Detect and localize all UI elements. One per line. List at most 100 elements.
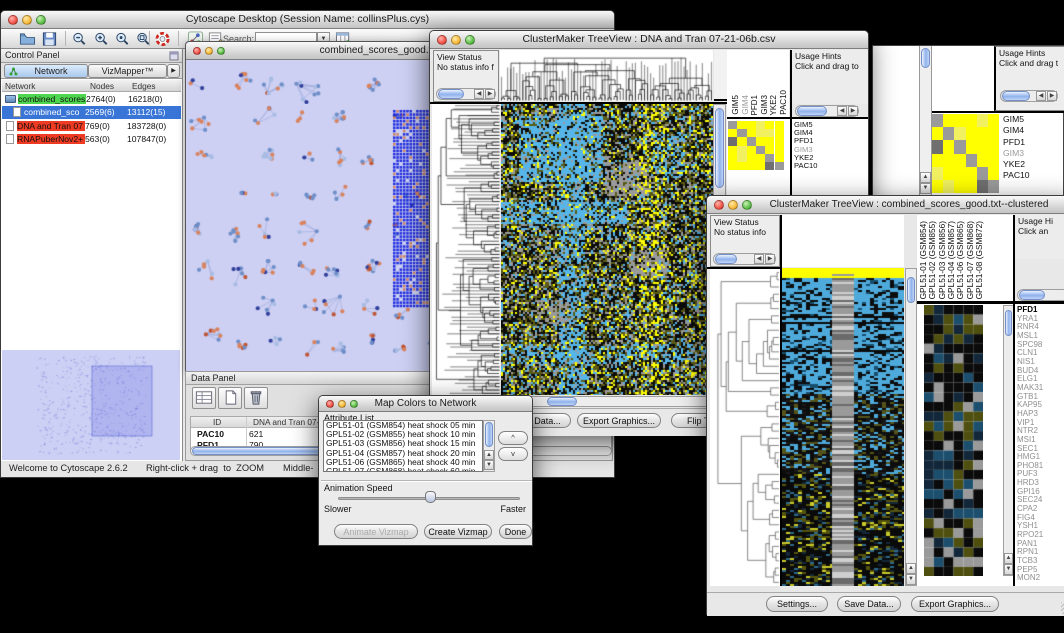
zoom-window-icon[interactable] [742,200,752,210]
hints-scrollbar[interactable]: ◀ ▶ [795,105,859,117]
slider-thumb[interactable] [425,491,436,503]
matrix-cell[interactable] [943,154,954,167]
column-label[interactable]: GIM5 [731,95,741,115]
matrix-cell[interactable] [943,127,954,140]
gene-label[interactable]: GIM4 [1003,125,1030,136]
network-row[interactable]: RNAPuberNov2+563(0)107847(0) [2,133,181,147]
settings-button[interactable]: Settings... [766,596,828,612]
network-overview-panel[interactable] [2,350,180,460]
scroll-up-icon[interactable]: ▲ [920,172,931,183]
matrix-cell[interactable] [737,154,746,162]
matrix-cell[interactable] [954,114,965,127]
matrix-cell[interactable] [775,162,784,170]
matrix-cell[interactable] [932,167,943,180]
matrix-cell[interactable] [966,140,977,153]
matrix-cell[interactable] [954,127,965,140]
hints-scrollbar[interactable] [1017,289,1064,301]
matrix-cell[interactable] [775,154,784,162]
delete-attribute-icon[interactable] [244,387,268,409]
matrix-cell[interactable] [737,162,746,170]
matrix-cell[interactable] [977,114,988,127]
attribute-select-icon[interactable] [192,387,216,409]
scroll-right-icon[interactable]: ▶ [848,106,858,116]
zoom-window-icon[interactable] [465,35,475,45]
list-scrollbar[interactable]: ▲ ▼ [483,420,495,472]
scroll-right-icon[interactable]: ▶ [485,89,495,99]
scroll-left-icon[interactable]: ◀ [754,254,764,264]
column-nodes[interactable]: Nodes [90,81,114,91]
scroll-down-icon[interactable]: ▼ [920,183,931,194]
matrix-cell[interactable] [954,140,965,153]
scroll-left-icon[interactable]: ◀ [474,89,484,99]
minimize-icon[interactable] [728,200,738,210]
attribute-item[interactable]: GPL51-07 (GSM868) heat shock 60 min [324,467,482,472]
zoom-window-icon[interactable] [36,15,46,25]
matrix-cell[interactable] [966,180,977,193]
network-row[interactable]: combined_scores2764(0)16218(0) [2,92,181,106]
matrix-cell[interactable] [775,121,784,129]
scrollbar-thumb[interactable] [438,89,464,99]
new-attribute-icon[interactable] [218,387,242,409]
minimize-icon[interactable] [338,400,346,408]
matrix-cell[interactable] [966,127,977,140]
column-label[interactable]: GIM3 [760,95,770,115]
column-network[interactable]: Network [5,81,35,91]
hints-scrollbar[interactable]: ◀ ▶ [1000,90,1058,102]
scroll-left-icon[interactable]: ◀ [837,106,847,116]
fragment-scrollbar[interactable]: ▲ ▼ [919,46,932,196]
matrix-cell[interactable] [756,162,765,170]
gene-label[interactable]: MON2 [1017,574,1043,583]
matrix-cell[interactable] [932,127,943,140]
scroll-up-icon[interactable]: ▲ [906,563,916,574]
matrix-cell[interactable] [765,137,774,145]
matrix-cell[interactable] [932,154,943,167]
column-label[interactable]: PAC10 [779,90,789,115]
close-icon[interactable] [8,15,18,25]
close-icon[interactable] [326,400,334,408]
column-label[interactable]: GIM4 [741,95,751,115]
matrix-cell[interactable] [728,154,737,162]
matrix-cell[interactable] [943,114,954,127]
minimize-icon[interactable] [205,47,213,55]
matrix-cell[interactable] [932,114,943,127]
matrix-cell[interactable] [943,167,954,180]
matrix-cell[interactable] [988,167,999,180]
matrix-cell[interactable] [747,162,756,170]
matrix-cell[interactable] [756,129,765,137]
zoom-selected-icon[interactable] [114,31,131,47]
zoom-heatmap[interactable] [932,114,1000,194]
scrollbar-thumb[interactable] [797,106,827,116]
matrix-cell[interactable] [747,154,756,162]
matrix-cell[interactable] [954,167,965,180]
scrollbar-thumb[interactable] [715,254,737,264]
zoom-window-icon[interactable] [217,47,225,55]
scroll-down-icon[interactable]: ▼ [906,574,916,585]
matrix-cell[interactable] [765,154,774,162]
matrix-cell[interactable] [737,129,746,137]
gene-label[interactable]: PFD1 [1003,137,1030,148]
export-graphics-button[interactable]: Export Graphics... [911,596,999,612]
close-icon[interactable] [437,35,447,45]
column-label[interactable]: PFD1 [750,95,760,115]
matrix-cell[interactable] [932,140,943,153]
zoom-in-icon[interactable] [93,31,110,47]
save-data-button[interactable]: Save Data... [837,596,901,612]
gene-label[interactable]: GIM3 [1003,148,1030,159]
column-label[interactable]: YKE2 [769,95,779,115]
dialog-title-bar[interactable]: Map Colors to Network [319,396,532,412]
matrix-cell[interactable] [988,180,999,193]
matrix-cell[interactable] [747,129,756,137]
matrix-cell[interactable] [737,146,746,154]
scroll-up-icon[interactable]: ▲ [484,450,494,460]
help-lifering-icon[interactable] [154,31,171,47]
matrix-cell[interactable] [977,154,988,167]
matrix-cell[interactable] [988,140,999,153]
matrix-cell[interactable] [977,167,988,180]
matrix-cell[interactable] [756,154,765,162]
minimize-icon[interactable] [451,35,461,45]
scrollbar-thumb[interactable] [1002,91,1030,101]
matrix-cell[interactable] [737,121,746,129]
matrix-cell[interactable] [943,180,954,193]
matrix-cell[interactable] [775,137,784,145]
global-heatmap[interactable] [501,104,713,395]
